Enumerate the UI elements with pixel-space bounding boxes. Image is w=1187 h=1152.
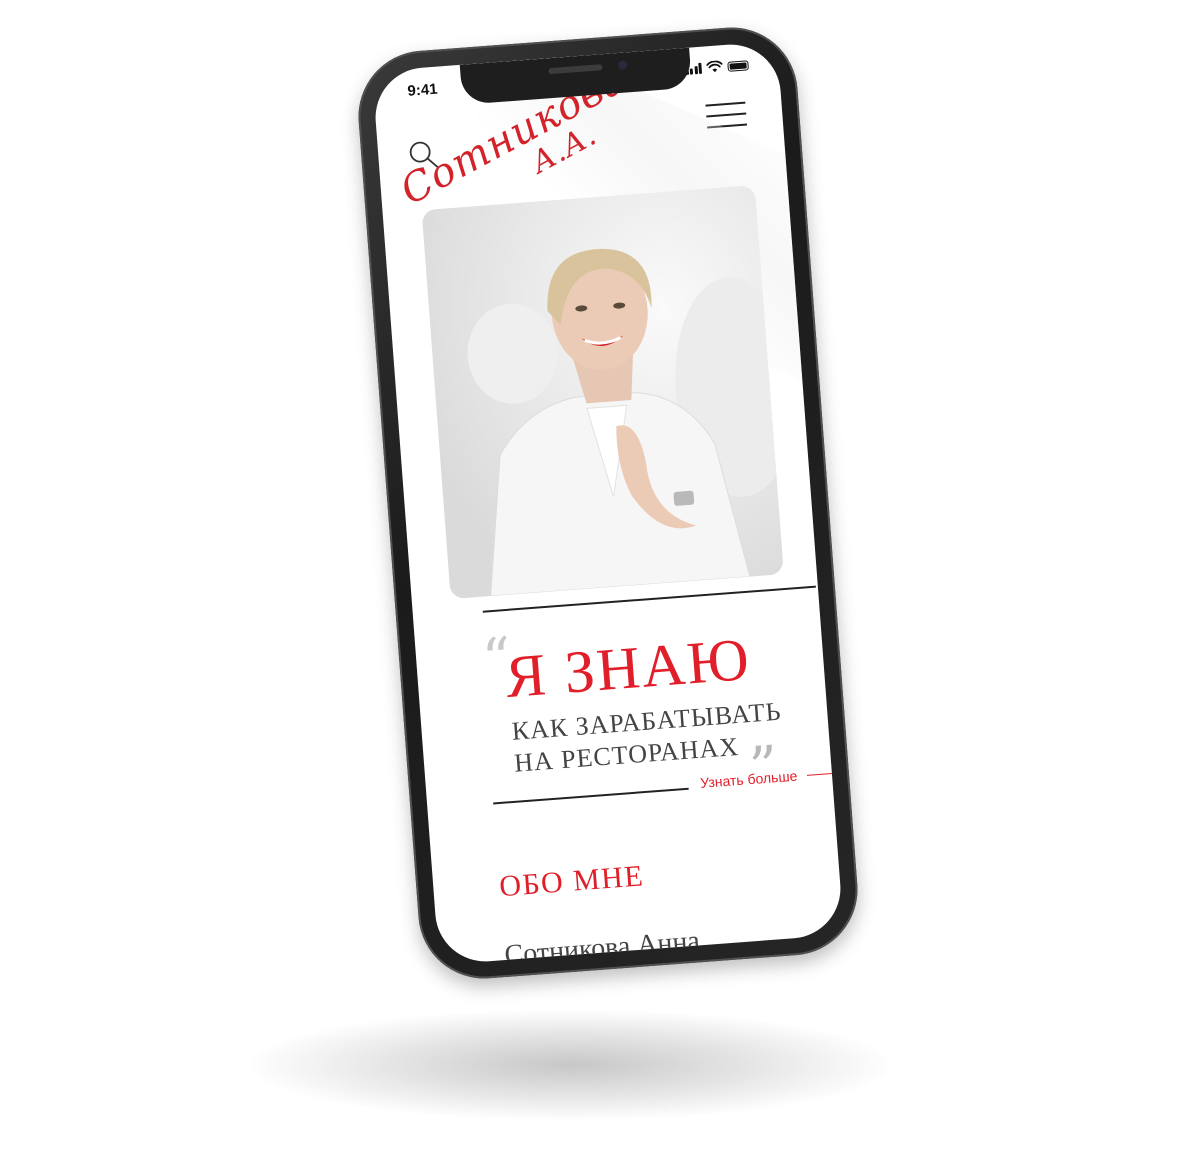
menu-button[interactable] — [705, 101, 748, 135]
quote-block: “ Я ЗНАЮ КАК ЗАРАБАТЫВАТЬ НА РЕСТОРАНАХ … — [480, 613, 820, 801]
speaker-grille — [548, 64, 603, 75]
portrait-illustration — [421, 185, 784, 600]
about-section-title: ОБО МНЕ — [498, 859, 646, 904]
phone-screen: 9:41 Сотникова А.А. “ Я ЗНАЮ КАК ЗАРАБАТ… — [371, 41, 845, 965]
phone-mockup: 9:41 Сотникова А.А. “ Я ЗНАЮ КАК ЗАРАБАТ… — [353, 22, 863, 984]
divider — [493, 787, 689, 804]
wifi-icon — [706, 60, 723, 73]
hamburger-menu-icon-bar — [706, 112, 747, 118]
hero-photo — [421, 185, 784, 600]
hamburger-menu-icon-bar — [707, 123, 748, 129]
status-time: 9:41 — [406, 80, 439, 100]
front-camera — [617, 60, 628, 70]
status-icons — [685, 58, 749, 75]
battery-icon — [727, 60, 749, 72]
learn-more-label: Узнать больше — [699, 767, 798, 791]
phone-shadow — [250, 1010, 890, 1120]
hamburger-menu-icon-bar — [705, 101, 746, 107]
close-quote-mark: ” — [746, 734, 781, 802]
quote-headline: Я ЗНАЮ — [503, 625, 753, 711]
